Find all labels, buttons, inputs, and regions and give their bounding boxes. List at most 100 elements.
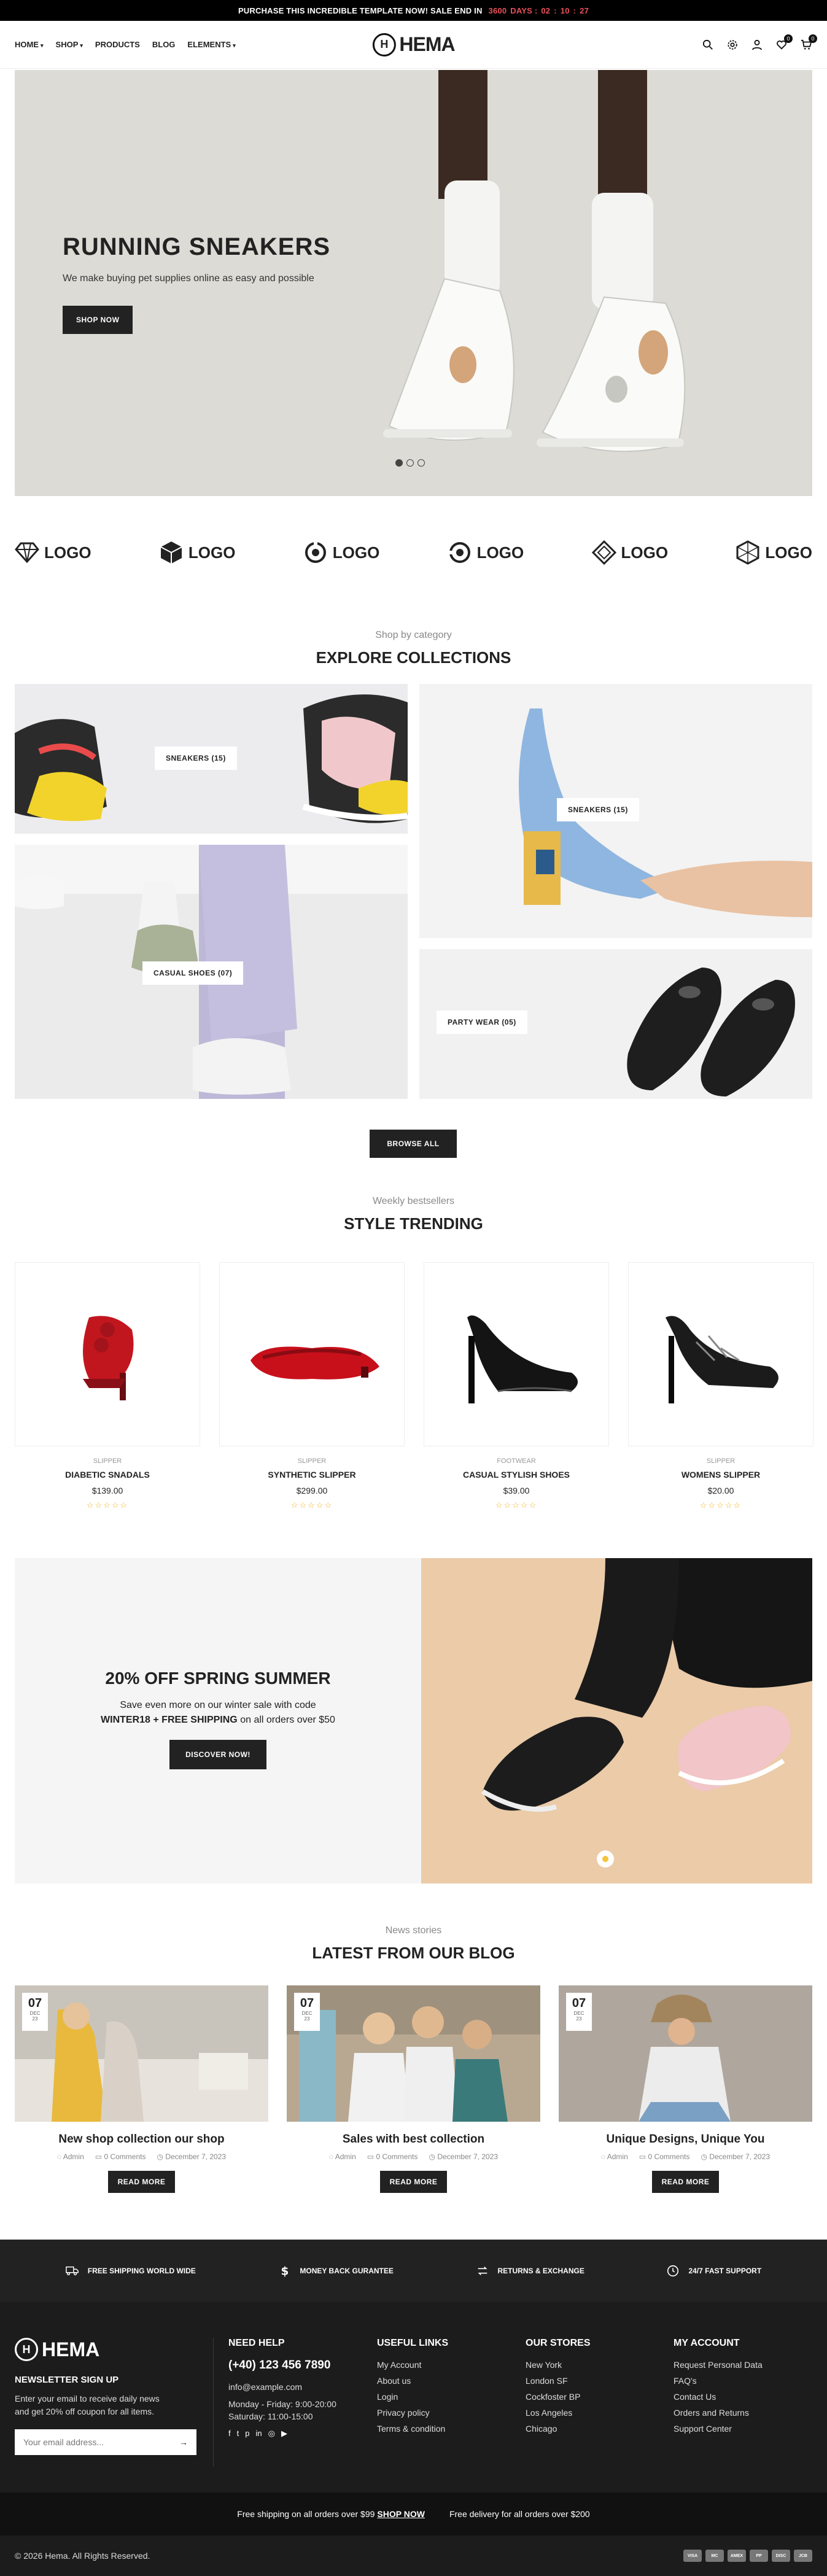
read-more-button[interactable]: READ MORE [107,2171,176,2193]
blog-meta: ◌ Admin ▭ 0 Comments ◷ December 7, 2023 [287,2152,540,2161]
footer-link[interactable]: Contact Us [674,2392,763,2402]
instagram-icon[interactable]: ◎ [268,2429,275,2438]
footer-link[interactable]: Los Angeles [526,2408,591,2418]
slider-dot[interactable] [417,459,425,467]
product-name[interactable]: WOMENS SLIPPER [628,1470,813,1480]
user-icon: ◌ [56,2152,62,2161]
slider-dot[interactable] [395,459,403,467]
author: ◌ Admin [600,2152,628,2161]
blog-post-title[interactable]: New shop collection our shop [15,2133,268,2146]
brand-logo[interactable]: LOGO [15,540,91,565]
product-name[interactable]: CASUAL STYLISH SHOES [424,1470,609,1480]
user-icon[interactable] [751,39,763,51]
phone[interactable]: (+40) 123 456 7890 [228,2359,336,2372]
product-price: $139.00 [91,1486,123,1496]
blog-meta: ◌ Admin ▭ 0 Comments ◷ December 7, 2023 [559,2152,812,2161]
footer-help: NEED HELP (+40) 123 456 7890 info@exampl… [228,2338,336,2438]
footer-link[interactable]: My Account [377,2360,448,2370]
category-tile[interactable]: PARTY WEAR (05) [419,949,812,1099]
brand-logo[interactable]: LOGO [447,540,524,565]
footer-link[interactable]: Chicago [526,2424,591,2434]
product-name[interactable]: DIABETIC SNADALS [15,1470,200,1480]
youtube-icon[interactable]: ▶ [281,2429,287,2438]
footer-link[interactable]: Login [377,2392,448,2402]
category-label[interactable]: PARTY WEAR (05) [437,1011,527,1034]
email-link[interactable]: info@example.com [228,2382,336,2392]
blog-image[interactable]: 07 DEC 23 [287,1985,540,2122]
brand-logo[interactable]: LOGO [159,540,235,565]
brand-logo[interactable]: LOGO [736,540,812,565]
footer-link[interactable]: FAQ's [674,2376,763,2386]
blog-header: News stories LATEST FROM OUR BLOG [0,1925,827,1963]
category-label[interactable]: SNEAKERS (15) [557,798,639,821]
product-card[interactable]: FOOTWEAR CASUAL STYLISH SHOES $39.00 ☆☆☆… [424,1262,609,1510]
blog-post-title[interactable]: Sales with best collection [287,2133,540,2146]
cart-icon[interactable]: 0 [800,34,817,51]
product-image[interactable] [15,1262,200,1446]
blog-image[interactable]: 07 DEC 23 [15,1985,268,2122]
footer-link[interactable]: London SF [526,2376,591,2386]
product-image[interactable] [424,1262,609,1446]
nav-elements[interactable]: ELEMENTS ▾ [187,40,235,49]
nav-blog[interactable]: BLOG [152,40,176,49]
header-icons: 0 0 [702,34,817,51]
site-logo[interactable]: H HEMA [372,33,456,56]
slider-dot[interactable] [406,459,414,467]
category-label[interactable]: SNEAKERS (15) [155,747,237,770]
twitter-icon[interactable]: t [237,2429,239,2438]
shop-now-link[interactable]: SHOP NOW [377,2509,425,2519]
product-card[interactable]: SLIPPER WOMENS SLIPPER $20.00 ☆☆☆☆☆ [628,1262,813,1510]
nav-products[interactable]: PRODUCTS [95,40,140,49]
blog-image[interactable]: 07 DEC 23 [559,1985,812,2122]
product-card[interactable]: SLIPPER SYNTHETIC SLIPPER $299.00 ☆☆☆☆☆ [219,1262,405,1510]
footer-link[interactable]: Cockfoster BP [526,2392,591,2402]
footer-link[interactable]: Request Personal Data [674,2360,763,2370]
facebook-icon[interactable]: f [228,2429,231,2438]
svg-text:$: $ [281,2265,289,2278]
discover-now-button[interactable]: DISCOVER NOW! [169,1740,266,1769]
visa-icon: VISA [683,2550,702,2562]
newsletter-text: Enter your email to receive daily news an… [15,2394,160,2416]
pinterest-icon[interactable]: p [245,2429,249,2438]
category-tile[interactable]: SNEAKERS (15) [419,684,812,938]
browse-all-button[interactable]: BROWSE ALL [370,1130,457,1158]
linkedin-icon[interactable]: in [255,2429,262,2438]
footer-link[interactable]: Terms & condition [377,2424,448,2434]
trending-header: Weekly bestsellers STYLE TRENDING [0,1196,827,1233]
product-image[interactable] [628,1262,813,1446]
footer-link[interactable]: About us [377,2376,448,2386]
nav-shop[interactable]: SHOP ▾ [56,40,83,49]
category-tile[interactable]: SNEAKERS (15) [15,684,408,834]
brand-logo[interactable]: LOGO [303,540,379,565]
blog-card[interactable]: 07 DEC 23 Sales with best collection ◌ Adm… [287,1985,540,2193]
hero-shop-now-button[interactable]: SHOP NOW [63,306,133,334]
read-more-button[interactable]: READ MORE [651,2171,720,2193]
footer-link[interactable]: Privacy policy [377,2408,448,2418]
search-icon[interactable] [702,39,714,51]
product-grid: SLIPPER DIABETIC SNADALS $139.00 ☆☆☆☆☆ S… [15,1262,813,1510]
product-image[interactable] [219,1262,405,1446]
gear-icon[interactable] [726,39,739,51]
read-more-button[interactable]: READ MORE [379,2171,448,2193]
footer-link[interactable]: Orders and Returns [674,2408,763,2418]
footer-logo[interactable]: H HEMA [15,2338,196,2361]
nav-home[interactable]: HOME ▾ [15,40,44,49]
promo-strip-right: Free delivery for all orders over $200 [449,2509,590,2519]
arrow-right-icon[interactable]: → [179,2437,188,2447]
product-name[interactable]: SYNTHETIC SLIPPER [219,1470,405,1480]
blog-card[interactable]: 07 DEC 23 Unique Designs, Unique You ◌ Adm… [559,1985,812,2193]
logo-mark: H [15,2338,38,2361]
user-icon: ◌ [328,2152,334,2161]
collections-header: Shop by category EXPLORE COLLECTIONS [0,630,827,667]
ring-icon [447,542,470,563]
blog-post-title[interactable]: Unique Designs, Unique You [559,2133,812,2146]
footer-link[interactable]: New York [526,2360,591,2370]
wishlist-icon[interactable]: 0 [775,34,793,51]
product-card[interactable]: SLIPPER DIABETIC SNADALS $139.00 ☆☆☆☆☆ [15,1262,200,1510]
email-field[interactable]: Your email address... → [15,2429,196,2455]
footer-link[interactable]: Support Center [674,2424,763,2434]
category-label[interactable]: CASUAL SHOES (07) [142,961,244,985]
brand-logo[interactable]: LOGO [591,540,668,565]
category-tile[interactable]: CASUAL SHOES (07) [15,845,408,1099]
blog-card[interactable]: 07 DEC 23 New shop collection our shop ◌ A… [15,1985,268,2193]
